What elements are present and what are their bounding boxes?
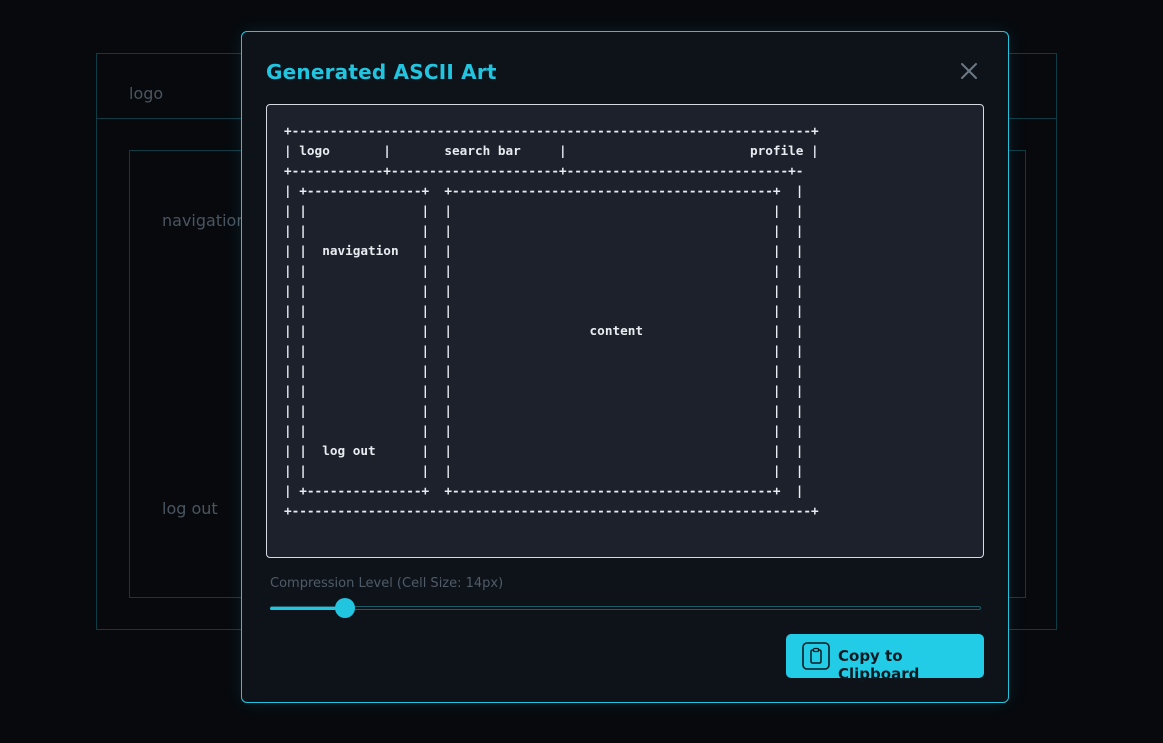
modal-title: Generated ASCII Art [266, 60, 497, 84]
clipboard-icon [802, 642, 830, 670]
close-icon [961, 63, 977, 79]
background-logo-label: logo [129, 84, 164, 103]
ascii-art-modal: Generated ASCII Art +-------------------… [241, 31, 1009, 703]
background-navigation-label: navigation [162, 211, 247, 230]
slider-thumb[interactable] [335, 598, 356, 618]
ascii-art-text: +---------------------------------------… [284, 123, 819, 518]
compression-level-slider[interactable] [270, 598, 981, 618]
slider-fill [270, 607, 346, 610]
page: logo navigation log out Generated ASCII … [0, 0, 1163, 743]
copy-to-clipboard-button[interactable]: Copy to Clipboard [786, 634, 984, 683]
slider-track [270, 606, 981, 610]
compression-level-label: Compression Level (Cell Size: 14px) [270, 576, 504, 591]
ascii-art-output[interactable]: +---------------------------------------… [266, 104, 984, 558]
close-button[interactable] [958, 60, 980, 82]
copy-button-label: Copy to Clipboard [838, 647, 920, 683]
background-logout-label: log out [162, 499, 218, 518]
